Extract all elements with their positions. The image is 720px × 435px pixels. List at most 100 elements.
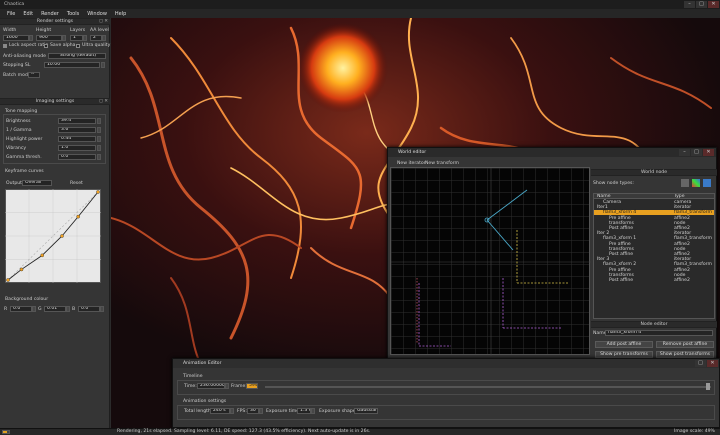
app-title: Chaotica (4, 2, 25, 7)
brightness-field[interactable]: 39.4 (58, 118, 96, 124)
tree-row[interactable]: Post affine affine2 (594, 278, 714, 283)
gamma-spin[interactable] (97, 127, 101, 133)
exposure-shape-label: Exposure shape: (319, 409, 358, 414)
total-length-label: Total length: (184, 409, 213, 414)
bg-b-field[interactable]: 0.0 (78, 306, 100, 312)
status-text: Rendering, 21s elapsed. Sampling level: … (117, 429, 371, 434)
curve-point[interactable] (60, 234, 64, 238)
bg-r-spin[interactable] (32, 306, 36, 312)
frame-field[interactable]: 5946 (246, 383, 258, 389)
aa-field[interactable]: 2 (90, 35, 102, 41)
color-type-icon[interactable] (692, 179, 700, 187)
gamma-thresh-field[interactable]: 0.0 (58, 154, 96, 160)
height-field[interactable]: 900 (36, 35, 62, 41)
menu-file[interactable]: File (3, 11, 19, 17)
curves-label: Keyframe curves (5, 169, 44, 174)
highlight-power-field[interactable]: 0.44 (58, 136, 96, 142)
world-minimize-icon[interactable]: – (679, 149, 690, 156)
show-pre-transforms-button[interactable]: Show pre transforms (595, 351, 653, 358)
antialiasing-select[interactable]: Strong (default) (48, 53, 106, 59)
curve-point[interactable] (40, 253, 45, 258)
layers-spin[interactable] (83, 35, 87, 41)
brightness-spin[interactable] (97, 118, 101, 124)
width-field[interactable]: 1600 (3, 35, 29, 41)
height-label: Height (36, 28, 52, 33)
status-bar: Rendering, 21s elapsed. Sampling level: … (0, 428, 720, 435)
imaging-settings-header: Imaging settings ◻ ✕ (0, 98, 110, 105)
exposure-shape-select[interactable]: Gaussian (354, 408, 378, 414)
world-close-icon[interactable]: ✕ (703, 149, 714, 156)
minimize-icon[interactable]: – (684, 1, 695, 8)
close-icon[interactable]: ✕ (708, 1, 719, 8)
bg-g-field[interactable]: 0.01 (44, 306, 66, 312)
transform-grid[interactable] (390, 167, 591, 356)
curves-editor[interactable] (5, 189, 101, 283)
curve-point[interactable] (6, 278, 10, 282)
exposure-time-spin[interactable] (311, 408, 315, 414)
gamma-field[interactable]: 3.6 (58, 127, 96, 133)
total-length-spin[interactable] (230, 408, 234, 414)
remove-post-affine-button[interactable]: Remove post affine (656, 341, 714, 348)
left-panel: Render settings ◻ ✕ Width Height Layers A… (0, 18, 110, 428)
anim-close-icon[interactable]: ✕ (707, 360, 718, 367)
fps-spin[interactable] (259, 408, 263, 414)
batch-field[interactable]: -- (28, 72, 40, 78)
highlight-power-spin[interactable] (97, 136, 101, 142)
width-spin[interactable] (29, 35, 33, 41)
timeline-track[interactable] (265, 386, 711, 388)
new-transform-button[interactable]: New transform (425, 161, 459, 166)
node-name-field[interactable]: flam3_xform 4 (605, 330, 713, 336)
aa-spin[interactable] (102, 35, 106, 41)
animation-settings-label: Animation settings (183, 399, 227, 404)
vibrancy-spin[interactable] (97, 145, 101, 151)
animation-editor-title: Animation Editor (173, 359, 719, 368)
exposure-time-field[interactable]: 1.3 s (297, 408, 311, 414)
ultra-quality-checkbox[interactable] (76, 44, 80, 48)
menu-help[interactable]: Help (111, 11, 130, 17)
timeline-handle[interactable] (706, 383, 710, 390)
fps-label: FPS: (237, 409, 247, 414)
curve-point[interactable] (76, 214, 80, 219)
curve-point[interactable] (19, 267, 24, 272)
column-type: Type (674, 194, 685, 199)
world-editor-window: World editor – □ ✕ New iterator New tran… (387, 147, 717, 367)
menu-window[interactable]: Window (83, 11, 111, 17)
stopping-spin[interactable] (101, 62, 105, 68)
vibrancy-label: Vibrancy (6, 146, 27, 151)
node-type-icon[interactable] (681, 179, 689, 187)
new-iterator-button[interactable]: New iterator (397, 161, 426, 166)
bg-g-spin[interactable] (66, 306, 70, 312)
vibrancy-field[interactable]: 1.0 (58, 145, 96, 151)
add-post-affine-button[interactable]: Add post affine (595, 341, 653, 348)
fps-field[interactable]: 30 (247, 408, 259, 414)
cube-type-icon[interactable] (703, 179, 711, 187)
gamma-thresh-spin[interactable] (97, 154, 101, 160)
panel-close-icon[interactable]: ◻ ✕ (99, 19, 108, 25)
maximize-icon[interactable]: □ (696, 1, 707, 8)
bg-b-spin[interactable] (100, 306, 104, 312)
curve-point[interactable] (96, 190, 100, 194)
panel-close-icon[interactable]: ◻ ✕ (99, 99, 108, 105)
time-spin[interactable] (225, 383, 229, 389)
total-length-field[interactable]: 240 s (210, 408, 230, 414)
menu-tools[interactable]: Tools (63, 11, 83, 17)
layers-field[interactable]: 1 (70, 35, 83, 41)
output-select[interactable]: Overall (22, 180, 52, 186)
lock-aspect-checkbox[interactable] (3, 44, 7, 48)
height-spin[interactable] (62, 35, 66, 41)
anim-maximize-icon[interactable]: □ (695, 360, 706, 367)
transform-widgets (391, 168, 591, 356)
save-alpha-checkbox[interactable] (44, 44, 48, 48)
title-bar: Chaotica – □ ✕ (0, 0, 720, 9)
time-field[interactable]: 236.00000 (197, 383, 225, 389)
menu-edit[interactable]: Edit (19, 11, 37, 17)
show-post-transforms-button[interactable]: Show post transforms (656, 351, 714, 358)
frame-label: Frame: (231, 384, 247, 389)
stopping-label: Stopping SL (3, 63, 31, 68)
reset-link[interactable]: Reset (70, 181, 83, 186)
stopping-field[interactable]: 10.00 (44, 62, 100, 68)
show-types-label: Show node types: (593, 181, 634, 186)
world-maximize-icon[interactable]: □ (691, 149, 702, 156)
bg-r-field[interactable]: 0.0 (10, 306, 32, 312)
menu-render[interactable]: Render (37, 11, 63, 17)
